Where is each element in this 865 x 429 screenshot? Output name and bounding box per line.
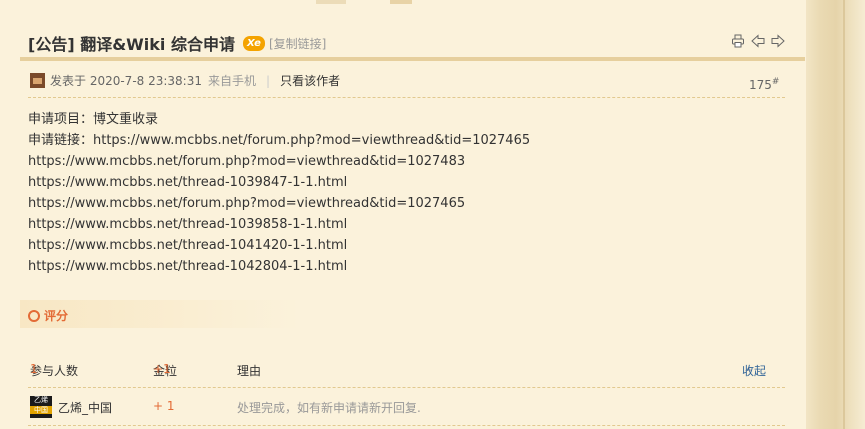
rating-table-header: 参与人数 1 金粒 +1 理由 收起	[30, 362, 767, 378]
post-title-row: [公告] 翻译&Wiki 综合申请 Xe [复制链接]	[28, 32, 326, 54]
meta-separator: |	[266, 73, 271, 88]
xe-badge-icon: Xe	[242, 35, 265, 51]
top-tab-decoration	[316, 0, 346, 4]
body-line: https://www.mcbbs.net/thread-1041420-1-1…	[28, 238, 348, 253]
circle-icon	[28, 309, 40, 322]
collapse-button[interactable]: 收起	[742, 362, 766, 378]
body-line: https://www.mcbbs.net/forum.php?mod=view…	[28, 196, 466, 211]
rater-username[interactable]: 乙烯_中国	[58, 399, 112, 416]
body-line: https://www.mcbbs.net/forum.php?mod=view…	[28, 154, 466, 169]
post-body: 申请项目：博文重收录 申请链接：https://www.mcbbs.net/fo…	[28, 109, 530, 277]
rating-label: 评分	[44, 309, 69, 323]
next-thread-icon[interactable]	[771, 34, 785, 48]
page-edge-line	[843, 0, 845, 429]
title-underline	[20, 57, 805, 61]
copy-link-button[interactable]: [复制链接]	[269, 35, 326, 52]
body-line: 申请链接：https://www.mcbbs.net/forum.php?mod…	[28, 133, 531, 148]
prev-thread-icon[interactable]	[751, 34, 765, 48]
user-avatar-icon[interactable]: 乙烯 中国	[30, 396, 52, 418]
post-meta: 发表于 2020-7-8 23:38:31 来自手机 | 只看该作者	[30, 72, 340, 89]
thread-title[interactable]: [公告] 翻译&Wiki 综合申请	[28, 31, 235, 55]
table-row: 乙烯 中国 乙烯_中国 + 1 处理完成，如有新申请请新开回复.	[30, 396, 785, 418]
reason-header: 理由	[237, 364, 262, 378]
floor-mark: #	[771, 77, 780, 87]
user-avatar-icon[interactable]	[30, 73, 45, 88]
top-tab-decoration	[390, 0, 412, 4]
rating-reason: 处理完成，如有新申请请新开回复.	[237, 401, 421, 415]
page-edge-shadow	[806, 0, 865, 429]
floor-value: 175	[749, 78, 772, 92]
rating-amount: + 1	[153, 399, 175, 413]
participants-count: 1	[30, 362, 38, 376]
floor-number[interactable]: 175#	[749, 77, 779, 92]
body-line: https://www.mcbbs.net/thread-1039858-1-1…	[28, 217, 348, 232]
author-only-link[interactable]: 只看该作者	[280, 72, 340, 89]
body-line: 申请项目：博文重收录	[28, 112, 159, 127]
divider	[28, 425, 785, 426]
divider	[28, 97, 785, 98]
body-line: https://www.mcbbs.net/thread-1039847-1-1…	[28, 175, 348, 190]
title-actions	[731, 34, 785, 48]
divider	[28, 387, 785, 388]
body-line: https://www.mcbbs.net/thread-1042804-1-1…	[28, 259, 348, 274]
post-date: 发表于 2020-7-8 23:38:31	[50, 74, 202, 88]
gold-total: +1	[153, 362, 171, 376]
post-source: 来自手机	[208, 74, 257, 88]
rating-button[interactable]: 评分	[28, 307, 68, 324]
print-icon[interactable]	[731, 34, 745, 48]
